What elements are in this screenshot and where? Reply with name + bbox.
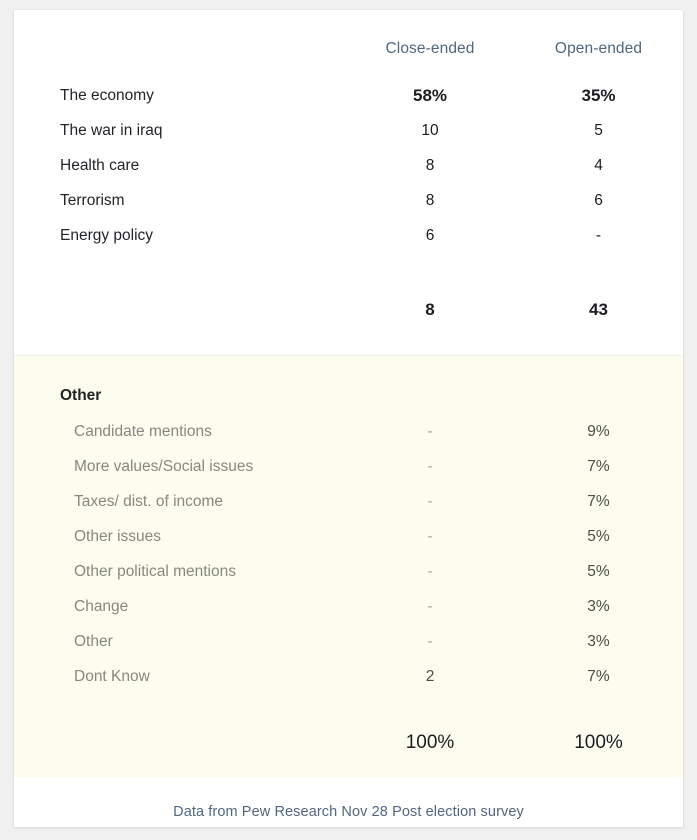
- row-value-open-ended: 6: [594, 191, 603, 209]
- row-label: The war in iraq: [60, 121, 163, 139]
- other-row-value-open-ended: 7%: [587, 492, 610, 510]
- main-data-section: The economy 58% 35% The war in iraq 10 5…: [14, 68, 683, 327]
- total-value-open-ended: 100%: [574, 732, 623, 753]
- other-row-label: Other political mentions: [74, 562, 236, 580]
- other-section: Other Candidate mentions - 9% More value…: [14, 356, 683, 777]
- other-section-heading-row: Other: [14, 378, 683, 414]
- row-label: The economy: [60, 86, 154, 104]
- other-row-value-open-ended: 7%: [587, 667, 610, 685]
- list-item: Taxes/ dist. of income - 7%: [14, 484, 683, 519]
- row-value-close-ended: 10: [421, 121, 439, 139]
- list-item: Other issues - 5%: [14, 519, 683, 554]
- column-header-open-ended: Open-ended: [554, 40, 643, 57]
- row-label: Health care: [60, 156, 140, 174]
- list-item: Candidate mentions - 9%: [14, 414, 683, 449]
- other-row-value-close-ended: 2: [425, 667, 435, 685]
- other-row-label: More values/Social issues: [74, 457, 254, 475]
- total-value-close-ended: 100%: [405, 732, 455, 753]
- list-item: Other - 3%: [14, 624, 683, 659]
- subtotal-value-close-ended: 8: [425, 299, 435, 319]
- other-row-label: Other issues: [74, 527, 162, 545]
- row-value-open-ended: 35%: [581, 85, 616, 105]
- footer: Data from Pew Research Nov 28 Post elect…: [14, 777, 683, 827]
- other-row-value-open-ended: 5%: [587, 562, 610, 580]
- row-value-open-ended: -: [595, 226, 602, 244]
- other-row-value-close-ended: -: [427, 597, 433, 615]
- list-item: Dont Know 2 7%: [14, 659, 683, 694]
- survey-table-card: Close-ended Open-ended The economy 58% 3…: [14, 10, 683, 827]
- table-row: The war in iraq 10 5: [14, 113, 683, 148]
- row-value-close-ended: 8: [425, 191, 435, 209]
- other-row-value-open-ended: 9%: [587, 422, 610, 440]
- other-row-value-close-ended: -: [427, 457, 433, 475]
- subtotal-value-open-ended: 43: [589, 299, 608, 319]
- table-row: Energy policy 6 -: [14, 218, 683, 253]
- row-value-close-ended: 6: [425, 226, 435, 244]
- other-row-value-close-ended: -: [427, 422, 433, 440]
- list-item: Change - 3%: [14, 589, 683, 624]
- other-row-label: Change: [74, 597, 129, 615]
- table-header-row: Close-ended Open-ended: [14, 10, 683, 68]
- other-row-value-open-ended: 3%: [587, 632, 610, 650]
- other-row-label: Candidate mentions: [74, 422, 212, 440]
- total-row: 100% 100%: [14, 725, 683, 761]
- row-label: Terrorism: [60, 191, 125, 209]
- other-section-heading: Other: [60, 387, 102, 404]
- column-header-close-ended: Close-ended: [385, 40, 475, 57]
- data-source-note: Data from Pew Research Nov 28 Post elect…: [173, 804, 524, 820]
- other-row-value-open-ended: 7%: [587, 457, 610, 475]
- other-row-label: Dont Know: [74, 667, 150, 685]
- row-value-open-ended: 5: [594, 121, 603, 139]
- other-row-value-close-ended: -: [427, 492, 433, 510]
- row-label: Energy policy: [60, 226, 154, 244]
- table-row: Terrorism 8 6: [14, 183, 683, 218]
- table-row: The economy 58% 35%: [14, 78, 683, 113]
- other-row-label: Other: [74, 632, 113, 650]
- row-value-close-ended: 8: [425, 156, 435, 174]
- other-row-value-close-ended: -: [427, 527, 433, 545]
- other-row-value-close-ended: -: [427, 632, 433, 650]
- other-row-value-open-ended: 5%: [587, 527, 610, 545]
- row-value-close-ended: 58%: [412, 85, 448, 105]
- subtotal-row: 8 43: [14, 292, 683, 327]
- other-row-label: Taxes/ dist. of income: [74, 492, 224, 510]
- other-row-value-close-ended: -: [427, 562, 433, 580]
- table-row: Health care 8 4: [14, 148, 683, 183]
- list-item: Other political mentions - 5%: [14, 554, 683, 589]
- list-item: More values/Social issues - 7%: [14, 449, 683, 484]
- other-row-value-open-ended: 3%: [587, 597, 610, 615]
- row-value-open-ended: 4: [594, 156, 603, 174]
